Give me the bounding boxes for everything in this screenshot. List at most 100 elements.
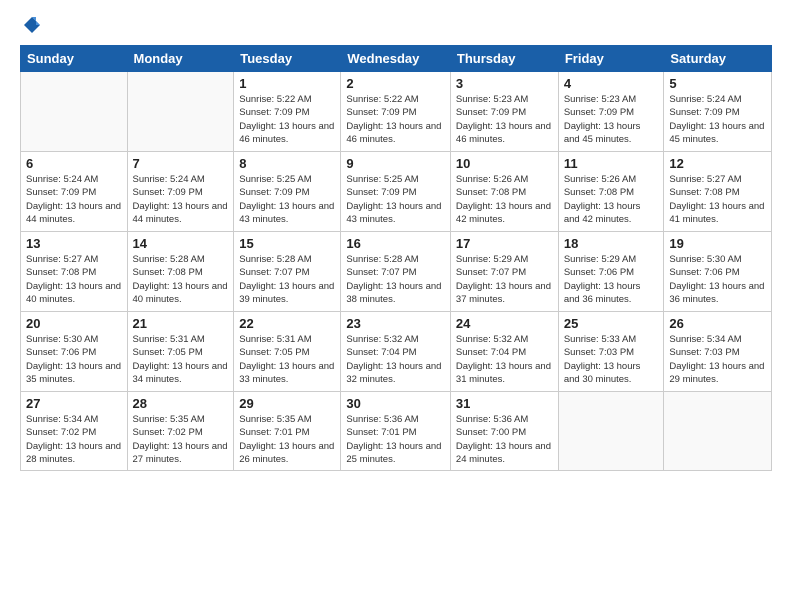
day-number: 12 [669,156,766,171]
calendar-day-cell [664,392,772,471]
day-number: 9 [346,156,445,171]
day-number: 24 [456,316,553,331]
calendar-day-cell: 13 Sunrise: 5:27 AMSunset: 7:08 PMDayligh… [21,232,128,312]
day-number: 18 [564,236,659,251]
calendar-table: SundayMondayTuesdayWednesdayThursdayFrid… [20,45,772,471]
day-info: Sunrise: 5:35 AMSunset: 7:02 PMDaylight:… [133,413,229,466]
calendar-day-cell: 6 Sunrise: 5:24 AMSunset: 7:09 PMDaylight… [21,152,128,232]
weekday-header: Saturday [664,46,772,72]
day-number: 1 [239,76,335,91]
day-number: 25 [564,316,659,331]
calendar-week-row: 27 Sunrise: 5:34 AMSunset: 7:02 PMDayligh… [21,392,772,471]
weekday-header: Monday [127,46,234,72]
day-number: 2 [346,76,445,91]
day-info: Sunrise: 5:36 AMSunset: 7:00 PMDaylight:… [456,413,553,466]
calendar-day-cell: 28 Sunrise: 5:35 AMSunset: 7:02 PMDayligh… [127,392,234,471]
day-info: Sunrise: 5:31 AMSunset: 7:05 PMDaylight:… [239,333,335,386]
calendar-day-cell: 2 Sunrise: 5:22 AMSunset: 7:09 PMDaylight… [341,72,451,152]
calendar-day-cell: 30 Sunrise: 5:36 AMSunset: 7:01 PMDayligh… [341,392,451,471]
day-info: Sunrise: 5:30 AMSunset: 7:06 PMDaylight:… [669,253,766,306]
calendar-week-row: 1 Sunrise: 5:22 AMSunset: 7:09 PMDaylight… [21,72,772,152]
day-number: 30 [346,396,445,411]
weekday-header: Sunday [21,46,128,72]
day-info: Sunrise: 5:28 AMSunset: 7:07 PMDaylight:… [239,253,335,306]
day-number: 10 [456,156,553,171]
day-info: Sunrise: 5:29 AMSunset: 7:06 PMDaylight:… [564,253,659,306]
day-info: Sunrise: 5:27 AMSunset: 7:08 PMDaylight:… [26,253,122,306]
day-number: 29 [239,396,335,411]
calendar-day-cell: 14 Sunrise: 5:28 AMSunset: 7:08 PMDayligh… [127,232,234,312]
day-number: 27 [26,396,122,411]
day-number: 22 [239,316,335,331]
day-info: Sunrise: 5:25 AMSunset: 7:09 PMDaylight:… [346,173,445,226]
logo [20,15,42,35]
day-number: 31 [456,396,553,411]
calendar-day-cell: 11 Sunrise: 5:26 AMSunset: 7:08 PMDayligh… [558,152,664,232]
weekday-header: Tuesday [234,46,341,72]
day-info: Sunrise: 5:34 AMSunset: 7:02 PMDaylight:… [26,413,122,466]
day-info: Sunrise: 5:32 AMSunset: 7:04 PMDaylight:… [346,333,445,386]
calendar-day-cell: 23Sunrise: 5:32 AMSunset: 7:04 PMDayligh… [341,312,451,392]
calendar-day-cell: 16Sunrise: 5:28 AMSunset: 7:07 PMDayligh… [341,232,451,312]
calendar-day-cell: 1 Sunrise: 5:22 AMSunset: 7:09 PMDaylight… [234,72,341,152]
weekday-header: Wednesday [341,46,451,72]
day-number: 16 [346,236,445,251]
calendar-day-cell: 25 Sunrise: 5:33 AMSunset: 7:03 PMDayligh… [558,312,664,392]
calendar-day-cell [127,72,234,152]
calendar-week-row: 13 Sunrise: 5:27 AMSunset: 7:08 PMDayligh… [21,232,772,312]
calendar-day-cell: 9 Sunrise: 5:25 AMSunset: 7:09 PMDaylight… [341,152,451,232]
day-info: Sunrise: 5:26 AMSunset: 7:08 PMDaylight:… [456,173,553,226]
day-info: Sunrise: 5:23 AMSunset: 7:09 PMDaylight:… [456,93,553,146]
day-number: 14 [133,236,229,251]
day-number: 3 [456,76,553,91]
calendar-day-cell: 22 Sunrise: 5:31 AMSunset: 7:05 PMDayligh… [234,312,341,392]
day-info: Sunrise: 5:36 AMSunset: 7:01 PMDaylight:… [346,413,445,466]
day-info: Sunrise: 5:35 AMSunset: 7:01 PMDaylight:… [239,413,335,466]
day-number: 20 [26,316,122,331]
calendar-day-cell: 26 Sunrise: 5:34 AMSunset: 7:03 PMDayligh… [664,312,772,392]
calendar-day-cell: 10 Sunrise: 5:26 AMSunset: 7:08 PMDayligh… [450,152,558,232]
day-info: Sunrise: 5:34 AMSunset: 7:03 PMDaylight:… [669,333,766,386]
calendar-day-cell: 3 Sunrise: 5:23 AMSunset: 7:09 PMDaylight… [450,72,558,152]
calendar-day-cell: 18 Sunrise: 5:29 AMSunset: 7:06 PMDayligh… [558,232,664,312]
day-number: 7 [133,156,229,171]
day-number: 15 [239,236,335,251]
calendar-day-cell: 27 Sunrise: 5:34 AMSunset: 7:02 PMDayligh… [21,392,128,471]
calendar-day-cell: 29 Sunrise: 5:35 AMSunset: 7:01 PMDayligh… [234,392,341,471]
day-info: Sunrise: 5:28 AMSunset: 7:08 PMDaylight:… [133,253,229,306]
day-number: 6 [26,156,122,171]
day-number: 19 [669,236,766,251]
logo-icon [22,15,42,35]
day-info: Sunrise: 5:26 AMSunset: 7:08 PMDaylight:… [564,173,659,226]
day-info: Sunrise: 5:22 AMSunset: 7:09 PMDaylight:… [239,93,335,146]
day-number: 26 [669,316,766,331]
day-info: Sunrise: 5:27 AMSunset: 7:08 PMDaylight:… [669,173,766,226]
day-number: 11 [564,156,659,171]
calendar-day-cell: 17Sunrise: 5:29 AMSunset: 7:07 PMDayligh… [450,232,558,312]
day-info: Sunrise: 5:32 AMSunset: 7:04 PMDaylight:… [456,333,553,386]
header [20,15,772,35]
page: SundayMondayTuesdayWednesdayThursdayFrid… [0,0,792,612]
calendar-day-cell: 7Sunrise: 5:24 AMSunset: 7:09 PMDaylight… [127,152,234,232]
day-number: 8 [239,156,335,171]
calendar-day-cell [21,72,128,152]
day-info: Sunrise: 5:30 AMSunset: 7:06 PMDaylight:… [26,333,122,386]
calendar-day-cell: 20 Sunrise: 5:30 AMSunset: 7:06 PMDayligh… [21,312,128,392]
day-info: Sunrise: 5:24 AMSunset: 7:09 PMDaylight:… [669,93,766,146]
day-info: Sunrise: 5:24 AMSunset: 7:09 PMDaylight:… [26,173,122,226]
calendar-day-cell: 8Sunrise: 5:25 AMSunset: 7:09 PMDaylight… [234,152,341,232]
calendar-week-row: 20 Sunrise: 5:30 AMSunset: 7:06 PMDayligh… [21,312,772,392]
day-info: Sunrise: 5:33 AMSunset: 7:03 PMDaylight:… [564,333,659,386]
day-number: 21 [133,316,229,331]
calendar-day-cell [558,392,664,471]
calendar-header-row: SundayMondayTuesdayWednesdayThursdayFrid… [21,46,772,72]
day-number: 28 [133,396,229,411]
weekday-header: Friday [558,46,664,72]
calendar-week-row: 6 Sunrise: 5:24 AMSunset: 7:09 PMDaylight… [21,152,772,232]
day-info: Sunrise: 5:22 AMSunset: 7:09 PMDaylight:… [346,93,445,146]
calendar-day-cell: 4Sunrise: 5:23 AMSunset: 7:09 PMDaylight… [558,72,664,152]
calendar-day-cell: 24 Sunrise: 5:32 AMSunset: 7:04 PMDayligh… [450,312,558,392]
day-info: Sunrise: 5:31 AMSunset: 7:05 PMDaylight:… [133,333,229,386]
day-number: 13 [26,236,122,251]
day-info: Sunrise: 5:29 AMSunset: 7:07 PMDaylight:… [456,253,553,306]
